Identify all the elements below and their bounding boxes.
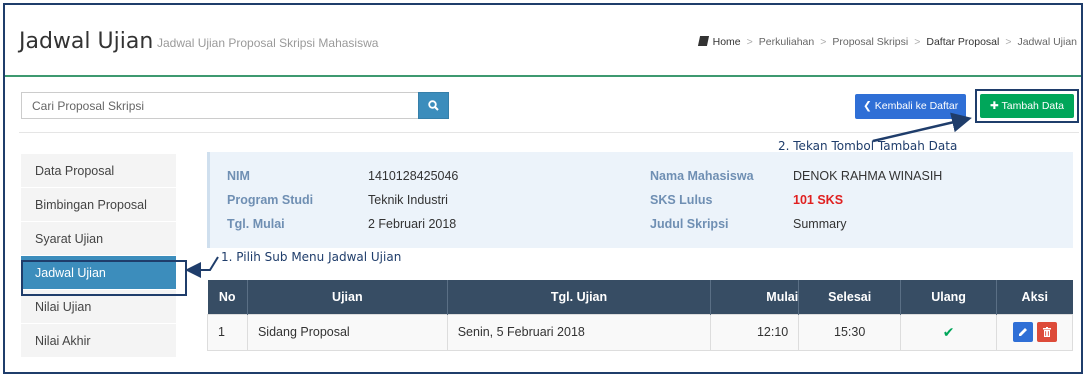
edit-button[interactable] xyxy=(1012,322,1033,342)
col-header-mulai: Mulai xyxy=(710,280,800,314)
cell-no: 1 xyxy=(207,313,248,351)
screenshot-frame: Jadwal Ujian Jadwal Ujian Proposal Skrip… xyxy=(3,3,1083,374)
col-header-ujian: Ujian xyxy=(247,280,448,314)
delete-button[interactable] xyxy=(1036,322,1057,342)
col-header-aksi: Aksi xyxy=(996,280,1073,314)
table-row: 1 Sidang Proposal Senin, 5 Februari 2018… xyxy=(207,313,1073,351)
cell-selesai: 15:30 xyxy=(798,313,902,351)
col-header-tgl-ujian: Tgl. Ujian xyxy=(447,280,712,314)
arrow-to-jadwal-ujian xyxy=(185,256,219,278)
table-header-row: No Ujian Tgl. Ujian Mulai Selesai Ulang … xyxy=(207,280,1073,314)
cell-ulang: ✔ xyxy=(900,313,997,351)
col-header-ulang: Ulang xyxy=(900,280,997,314)
col-header-no: No xyxy=(207,280,248,314)
cell-mulai: 12:10 xyxy=(710,313,800,351)
cell-ujian: Sidang Proposal xyxy=(246,313,448,351)
arrow-to-add-button xyxy=(872,112,972,143)
pencil-icon xyxy=(1018,328,1027,336)
exam-schedule-table: No Ujian Tgl. Ujian Mulai Selesai Ulang … xyxy=(207,280,1073,351)
check-icon: ✔ xyxy=(942,323,955,340)
cell-tgl-ujian: Senin, 5 Februari 2018 xyxy=(446,313,712,351)
col-header-selesai: Selesai xyxy=(798,280,902,314)
cell-aksi xyxy=(996,313,1073,351)
trash-icon xyxy=(1042,327,1051,337)
